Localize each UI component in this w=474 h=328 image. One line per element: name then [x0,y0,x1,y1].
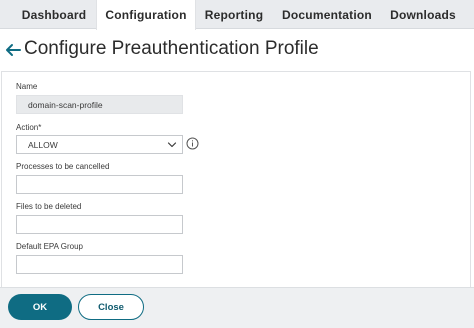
tab-configuration[interactable]: Configuration [96,0,196,30]
page-header: Configure Preauthentication Profile [0,35,474,65]
action-select[interactable]: ALLOW [16,135,183,154]
tab-dashboard[interactable]: Dashboard [14,0,94,29]
files-label: Files to be deleted [16,202,82,211]
name-value: domain-scan-profile [28,99,103,110]
chevron-down-icon [167,142,177,148]
files-input[interactable] [16,215,183,234]
action-label: Action* [16,123,42,132]
tab-downloads[interactable]: Downloads [386,0,460,29]
name-field: domain-scan-profile [16,95,183,114]
name-label: Name [16,82,38,91]
top-nav-tabs: Dashboard Configuration Reporting Docume… [0,0,474,30]
action-value: ALLOW [28,139,58,150]
processes-input[interactable] [16,175,183,194]
close-button[interactable]: Close [78,294,144,320]
tab-reporting[interactable]: Reporting [200,0,268,29]
info-icon[interactable] [186,137,199,150]
epa-group-input[interactable] [16,255,183,274]
tab-documentation[interactable]: Documentation [280,0,374,29]
page-title: Configure Preauthentication Profile [24,38,319,59]
ok-button[interactable]: OK [8,294,72,320]
back-arrow-icon[interactable] [3,40,23,60]
epa-group-label: Default EPA Group [16,242,83,251]
form-footer: OK Close [0,287,474,328]
processes-label: Processes to be cancelled [16,162,110,171]
page: Dashboard Configuration Reporting Docume… [0,0,474,328]
